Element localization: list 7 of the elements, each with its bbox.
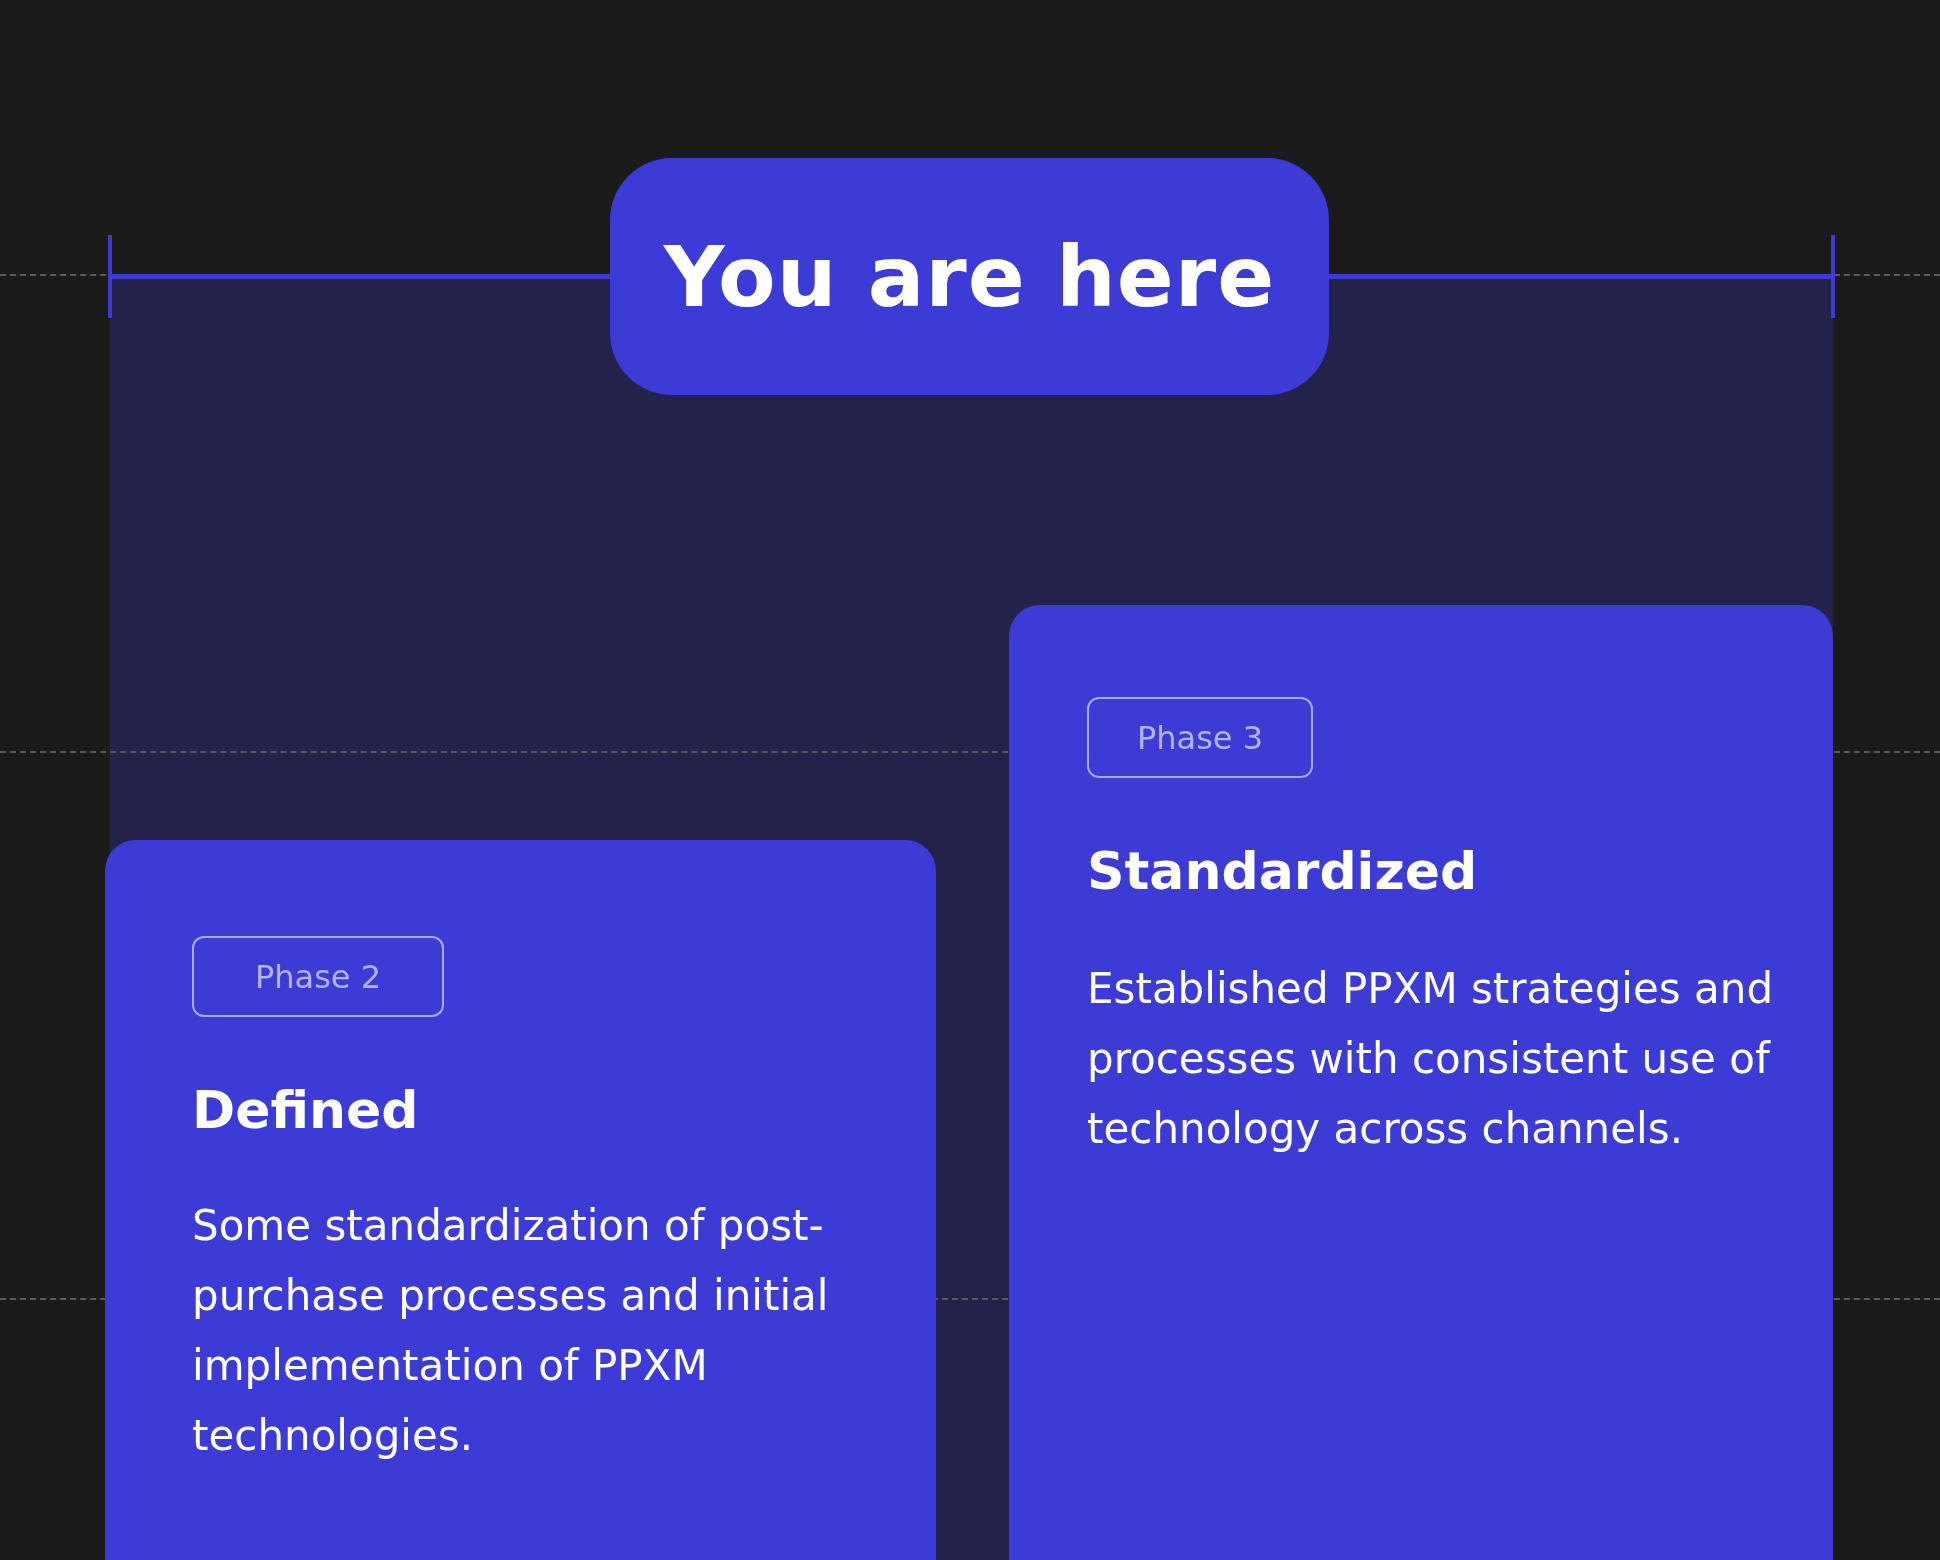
you-are-here-label: You are here [610, 158, 1329, 395]
phase-description: Some standardization of post-purchase processes and initial implementation of PPXM technologies. [192, 1200, 830, 1463]
phase-badge: Phase 3 [1087, 697, 1314, 778]
phase-title: Standardized [1087, 840, 1478, 903]
phase-title: Defined [192, 1079, 419, 1142]
phase-description: Established PPXM strategies and processes with consistent use of technology across channels. [1087, 963, 1775, 1156]
phase-badge: Phase 2 [192, 936, 445, 1017]
